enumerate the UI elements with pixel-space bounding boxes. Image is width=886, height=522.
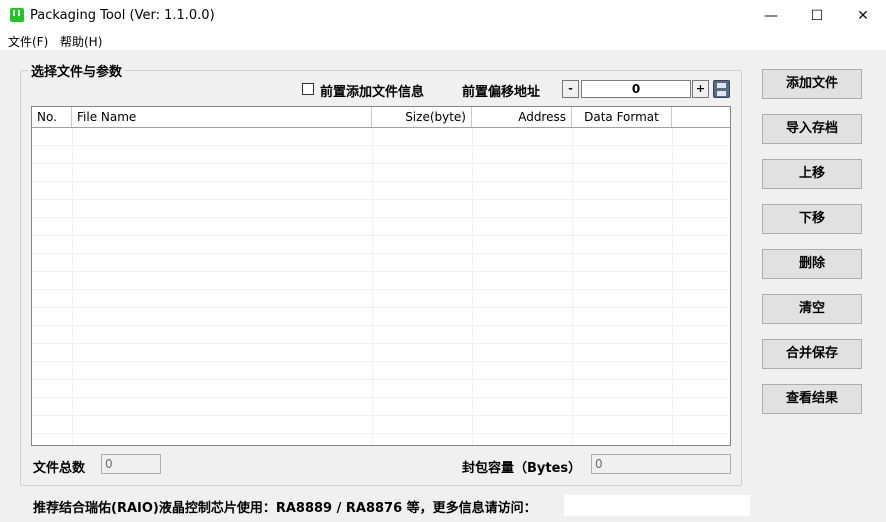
- table-body[interactable]: [32, 128, 730, 445]
- prepend-info-label[interactable]: 前置添加文件信息: [320, 81, 424, 100]
- offset-address-label: 前置偏移地址: [462, 85, 541, 100]
- menu-help[interactable]: 帮助(H): [60, 33, 102, 50]
- window-title: Packaging Tool (Ver: 1.1.0.0): [30, 8, 215, 23]
- prepend-info-checkbox[interactable]: [302, 83, 314, 95]
- column-header-data-format[interactable]: Data Format: [572, 107, 672, 127]
- offset-address-input[interactable]: 0: [581, 80, 691, 98]
- menu-bar: 文件(F) 帮助(H): [0, 32, 886, 50]
- maximize-button[interactable]: ☐: [794, 0, 840, 32]
- file-count-label: 文件总数: [33, 461, 86, 476]
- column-divider: [72, 128, 73, 445]
- column-divider: [672, 128, 673, 445]
- menu-file[interactable]: 文件(F): [8, 33, 48, 50]
- column-header-size[interactable]: Size(byte): [372, 107, 472, 127]
- clear-button[interactable]: 清空: [762, 294, 862, 324]
- file-table[interactable]: No. File Name Size(byte) Address Data Fo…: [31, 106, 731, 446]
- table-header: No. File Name Size(byte) Address Data Fo…: [32, 107, 730, 128]
- offset-increment-button[interactable]: +: [692, 80, 709, 98]
- capacity-field: 0: [591, 454, 731, 474]
- close-button[interactable]: ✕: [840, 0, 886, 32]
- file-count-field: 0: [101, 454, 161, 474]
- add-file-button[interactable]: 添加文件: [762, 69, 862, 99]
- footer-link-field[interactable]: [564, 495, 750, 516]
- title-bar: Packaging Tool (Ver: 1.1.0.0) — ☐ ✕: [0, 0, 886, 32]
- column-header-address[interactable]: Address: [472, 107, 572, 127]
- import-archive-button[interactable]: 导入存档: [762, 114, 862, 144]
- minimize-button[interactable]: —: [748, 0, 794, 32]
- move-down-button[interactable]: 下移: [762, 204, 862, 234]
- footer-recommendation-text: 推荐结合瑞佑(RAIO)液晶控制芯片使用：RA8889 / RA8876 等，更…: [33, 501, 537, 516]
- view-result-button[interactable]: 查看结果: [762, 384, 862, 414]
- save-icon[interactable]: [713, 80, 730, 98]
- column-header-file-name[interactable]: File Name: [72, 107, 372, 127]
- column-divider: [472, 128, 473, 445]
- group-title: 选择文件与参数: [28, 61, 126, 80]
- merge-save-button[interactable]: 合并保存: [762, 339, 862, 369]
- column-divider: [572, 128, 573, 445]
- column-header-no[interactable]: No.: [32, 107, 72, 127]
- column-divider: [372, 128, 373, 445]
- capacity-label: 封包容量（Bytes）: [462, 461, 582, 476]
- app-icon: [10, 8, 24, 22]
- delete-button[interactable]: 删除: [762, 249, 862, 279]
- offset-decrement-button[interactable]: -: [562, 80, 579, 98]
- move-up-button[interactable]: 上移: [762, 159, 862, 189]
